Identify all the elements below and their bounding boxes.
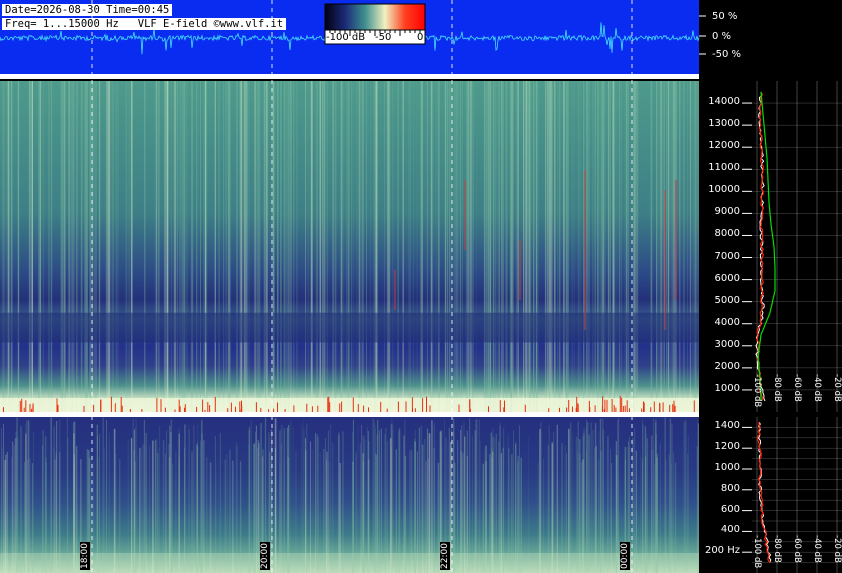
db-tick-label: -80 dB (772, 535, 782, 563)
frequency-tick-label: 11000 (708, 162, 740, 174)
frequency-tick-label: 9000 (714, 206, 740, 218)
colorbar-gradient (324, 3, 426, 31)
db-tick-label: -40 dB (812, 535, 822, 563)
frequency-tick-label: 12000 (708, 140, 740, 152)
db-tick-label: -20 dB (832, 374, 842, 402)
frequency-tick-label: 1400 (714, 420, 740, 432)
frequency-tick-label: 3000 (714, 338, 740, 350)
waveform-separator (0, 74, 699, 79)
colorbar-label-max: 0 (417, 32, 424, 43)
waveform-tick-label: -50 % (712, 49, 742, 60)
frequency-tick-label: 800 (720, 482, 740, 494)
spectrogram-separator (0, 412, 699, 417)
frequency-tick-label: 5000 (714, 294, 740, 306)
header-frequency-info: Freq= 1...15000 Hz VLF E-field ©www.vlf.… (2, 18, 287, 30)
spectrogram-dark-band (0, 312, 699, 343)
time-tick-label: 18:00 (80, 542, 90, 570)
db-tick-label: -100 dB (752, 374, 762, 408)
frequency-tick-label: 2000 (714, 360, 740, 372)
db-tick-label: -20 dB (832, 535, 842, 563)
frequency-tick-label: 200 Hz (704, 545, 740, 557)
waveform-tick-label: 50 % (712, 11, 738, 22)
db-tick-label: -40 dB (812, 374, 822, 402)
frequency-tick-label: 1000 (714, 462, 740, 473)
frequency-tick-label: 10000 (708, 184, 740, 196)
frequency-tick-label: 14000 (708, 96, 740, 108)
frequency-tick-label: 400 (720, 524, 740, 536)
vlf-spectrogram-window: Date=2026-08-30 Time=00:45 Freq= 1...150… (0, 0, 842, 573)
low-bright-band (0, 553, 699, 573)
frequency-tick-label: 8000 (714, 228, 740, 240)
time-tick-label: 22:00 (440, 542, 450, 570)
db-tick-label: -100 dB (752, 535, 762, 569)
frequency-tick-label: 13000 (708, 118, 740, 130)
spectrogram-bright-band (0, 398, 699, 412)
time-tick-label: 20:00 (260, 542, 270, 570)
colorbar-label-min: -100 dB (326, 32, 366, 43)
frequency-tick-label: 1000 (714, 382, 740, 394)
frequency-tick-label: 6000 (714, 272, 740, 284)
waveform-tick-label: 0 % (712, 31, 732, 42)
header-date-time: Date=2026-08-30 Time=00:45 (2, 4, 173, 16)
colorbar-label-mid: -50 (375, 32, 392, 43)
frequency-tick-label: 600 (720, 503, 740, 515)
spectrogram-canvas (0, 0, 842, 573)
frequency-tick-label: 1200 (714, 441, 740, 453)
time-tick-label: 00:00 (620, 542, 630, 570)
frequency-tick-label: 4000 (714, 316, 740, 328)
db-tick-label: -80 dB (772, 374, 782, 402)
db-tick-label: -60 dB (792, 374, 802, 402)
db-tick-label: -60 dB (792, 535, 802, 563)
frequency-tick-label: 7000 (714, 250, 740, 262)
